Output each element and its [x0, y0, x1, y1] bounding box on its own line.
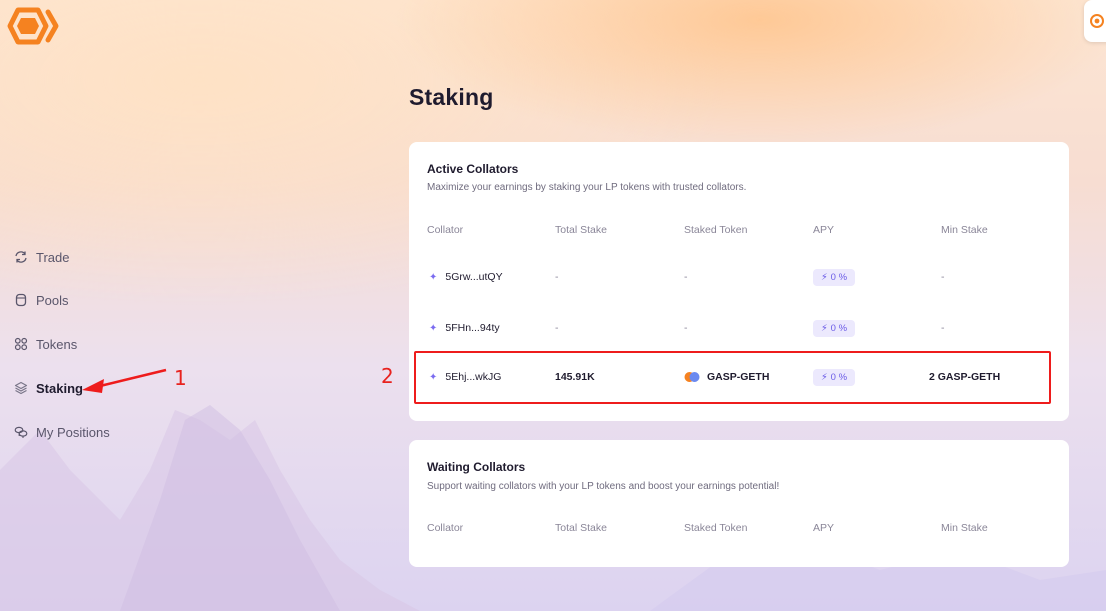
table-row[interactable]: ✦ 5Grw...utQY - - ⚡︎ 0 % -	[409, 262, 1069, 292]
staked-token-value: GASP-GETH	[707, 371, 770, 383]
apy-value: 0 %	[830, 371, 848, 383]
apy-cell: ⚡︎ 0 %	[813, 362, 856, 392]
apy-badge: ⚡︎ 0 %	[813, 368, 856, 386]
section-subtitle: Support waiting collators with your LP t…	[427, 481, 780, 492]
collator-address: 5Ehj...wkJG	[445, 371, 502, 383]
lightning-icon: ⚡︎	[821, 371, 828, 383]
staked-token-cell: GASP-GETH	[684, 362, 769, 392]
apy-cell: ⚡︎ 0 %	[813, 313, 856, 343]
column-header-staked-token[interactable]: Staked Token	[684, 224, 747, 236]
lightning-icon: ✦	[429, 322, 438, 334]
column-header-min-stake[interactable]: Min Stake	[941, 522, 988, 534]
column-header-collator[interactable]: Collator	[427, 522, 463, 534]
waiting-collators-card: Waiting Collators Support waiting collat…	[409, 440, 1069, 567]
column-header-staked-token[interactable]: Staked Token	[684, 522, 747, 534]
column-header-collator[interactable]: Collator	[427, 224, 463, 236]
wallet-logo-icon	[1090, 14, 1104, 28]
sidebar-item-label: Trade	[36, 249, 70, 265]
table-row[interactable]: ✦ 5Ehj...wkJG 145.91K GASP-GETH ⚡︎ 0 % 2 …	[409, 362, 1069, 392]
annotation-label-2: 2	[381, 364, 394, 388]
apy-cell: ⚡︎ 0 %	[813, 262, 856, 292]
table-row[interactable]: ✦ 5FHn...94ty - - ⚡︎ 0 % -	[409, 313, 1069, 343]
section-subtitle: Maximize your earnings by staking your L…	[427, 182, 747, 193]
coins-stack-icon	[14, 426, 28, 438]
total-stake-value: -	[555, 322, 559, 334]
column-header-min-stake[interactable]: Min Stake	[941, 224, 988, 236]
apy-badge: ⚡︎ 0 %	[813, 268, 856, 286]
sidebar-item-label: My Positions	[36, 424, 110, 440]
sidebar-item-label: Tokens	[36, 336, 78, 352]
section-title: Active Collators	[427, 162, 519, 176]
lightning-icon: ⚡︎	[821, 322, 828, 334]
min-stake-value: -	[941, 271, 945, 283]
collator-cell[interactable]: ✦ 5Ehj...wkJG	[429, 362, 501, 392]
sidebar-item-label: Pools	[36, 292, 69, 308]
min-stake-value: -	[941, 322, 945, 334]
refresh-arrows-icon	[15, 251, 27, 263]
total-stake-value: 145.91K	[555, 371, 595, 383]
column-header-total-stake[interactable]: Total Stake	[555, 522, 607, 534]
sidebar-item-label: Staking	[36, 380, 83, 396]
lightning-icon: ✦	[429, 371, 438, 383]
cylinder-icon	[15, 293, 27, 307]
sidebar-item-pools[interactable]: Pools	[14, 289, 69, 311]
section-title: Waiting Collators	[427, 460, 526, 474]
collator-address: 5FHn...94ty	[445, 322, 500, 334]
collator-cell[interactable]: ✦ 5FHn...94ty	[429, 313, 500, 343]
sidebar-item-trade[interactable]: Trade	[14, 246, 69, 268]
active-collators-card: Active Collators Maximize your earnings …	[409, 142, 1069, 421]
collator-cell[interactable]: ✦ 5Grw...utQY	[429, 262, 503, 292]
column-header-total-stake[interactable]: Total Stake	[555, 224, 607, 236]
collator-address: 5Grw...utQY	[445, 271, 503, 283]
min-stake-value: 2 GASP-GETH	[929, 371, 1001, 383]
apy-value: 0 %	[830, 322, 848, 334]
staked-token-value: -	[684, 322, 688, 334]
sidebar-item-tokens[interactable]: Tokens	[14, 333, 77, 355]
layers-icon	[14, 381, 28, 395]
grid-circles-icon	[14, 337, 28, 351]
column-header-apy[interactable]: APY	[813, 522, 834, 534]
lightning-icon: ✦	[429, 271, 438, 283]
apy-value: 0 %	[830, 271, 848, 283]
column-header-apy[interactable]: APY	[813, 224, 834, 236]
staked-token-value: -	[684, 271, 688, 283]
wallet-button[interactable]	[1084, 0, 1106, 42]
page-title: Staking	[409, 84, 494, 110]
token-pair-icon	[684, 372, 700, 382]
lightning-icon: ⚡︎	[821, 271, 828, 283]
annotation-arrow-icon	[82, 368, 167, 393]
total-stake-value: -	[555, 271, 559, 283]
apy-badge: ⚡︎ 0 %	[813, 319, 856, 337]
sidebar-item-staking[interactable]: Staking	[14, 377, 83, 399]
annotation-label-1: 1	[174, 366, 187, 390]
app-logo[interactable]	[4, 6, 60, 46]
sidebar-item-my-positions[interactable]: My Positions	[14, 421, 110, 443]
